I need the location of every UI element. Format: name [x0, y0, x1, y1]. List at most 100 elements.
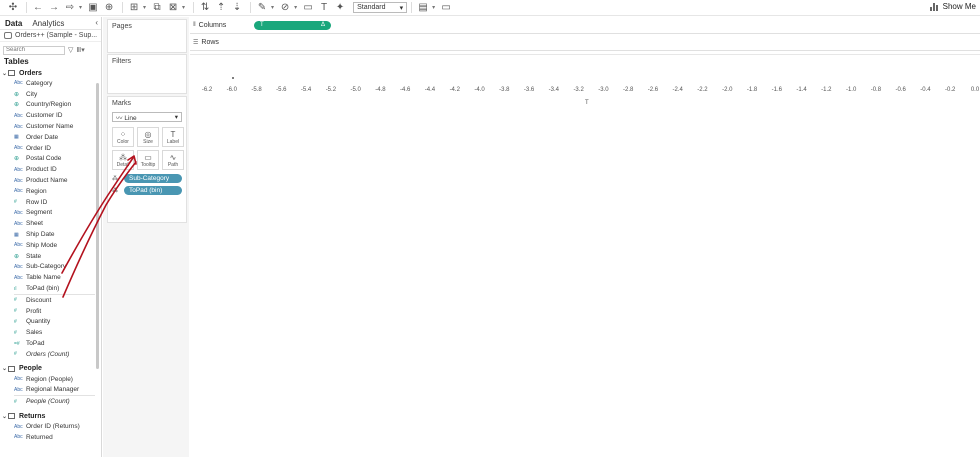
field-item[interactable]: # Row ID	[0, 197, 101, 208]
field-item[interactable]: # Quantity	[0, 317, 101, 328]
mark-type-select[interactable]: 〰 Line ▾	[112, 112, 182, 122]
field-list: ⌄ Orders Abc Category ⊕ City ⊕ Country/Region Ab…	[0, 68, 101, 447]
field-item[interactable]: ⊕ City	[0, 89, 101, 100]
field-item[interactable]: Abc Sub-Category	[0, 262, 101, 273]
field-item[interactable]: ıl ToPad (bin)	[0, 283, 101, 294]
label-icon[interactable]: ▭	[301, 2, 315, 14]
field-item[interactable]: # Orders (Count)	[0, 349, 101, 360]
tableau-logo-icon[interactable]: ✣	[6, 2, 20, 14]
collapse-pane-icon[interactable]: ‹	[95, 18, 98, 27]
axis-tick-label: 0.0	[970, 87, 980, 93]
field-item[interactable]: =# ToPad	[0, 338, 101, 349]
field-item[interactable]: Abc Returned	[0, 432, 101, 443]
pages-card[interactable]: Pages	[107, 19, 187, 53]
table-title[interactable]: ⌄ Returns	[0, 411, 101, 421]
field-item[interactable]: Abc Order ID (Returns)	[0, 421, 101, 432]
datasource-item[interactable]: Orders++ (Sample - Sup...	[0, 30, 101, 42]
field-item[interactable]: Abc Regional Manager	[0, 385, 101, 396]
undo-icon[interactable]: ←	[31, 2, 45, 14]
field-item[interactable]: ⊕ Postal Code	[0, 154, 101, 165]
duplicate-icon[interactable]: ⧉	[150, 2, 164, 14]
table-name: Orders	[19, 69, 42, 77]
field-item[interactable]: Abc Product Name	[0, 175, 101, 186]
sort-desc-icon[interactable]: ⇣	[230, 2, 244, 14]
filter-icon[interactable]: ▽	[68, 46, 73, 54]
search-row: ▽ Ⅲ▾	[0, 44, 101, 56]
scrollbar[interactable]	[96, 83, 99, 369]
field-item[interactable]: Abc Order ID	[0, 143, 101, 154]
size-button[interactable]: ◎ Size	[137, 127, 159, 147]
axis-tick-label: -2.0	[722, 87, 733, 93]
path-button[interactable]: ∿ Path	[162, 150, 184, 170]
field-item[interactable]: # Profit	[0, 306, 101, 317]
new-sheet-dropdown-icon[interactable]: ▾	[143, 4, 146, 11]
pin-icon[interactable]: ✦	[333, 2, 347, 14]
presentation-dropdown-icon[interactable]: ▾	[432, 4, 435, 11]
axis-tick-label: -3.6	[523, 87, 535, 93]
tab-data[interactable]: Data	[0, 19, 27, 28]
field-item[interactable]: ▦ Ship Date	[0, 229, 101, 240]
field-name: Order ID	[26, 144, 51, 152]
rows-shelf[interactable]: ☰ Rows	[190, 34, 980, 51]
search-input[interactable]	[3, 45, 65, 55]
highlight-dropdown-icon[interactable]: ▾	[271, 4, 274, 11]
clear-dropdown-icon[interactable]: ▾	[182, 4, 185, 11]
text-icon[interactable]: T	[317, 2, 331, 14]
table-title[interactable]: ⌄ People	[0, 364, 101, 374]
color-button[interactable]: ⁘ Color	[112, 127, 134, 147]
device-preview-icon[interactable]: ▭	[439, 2, 453, 14]
field-item[interactable]: Abc Sheet	[0, 218, 101, 229]
field-item[interactable]: Abc Customer ID	[0, 110, 101, 121]
field-item[interactable]: Abc Segment	[0, 208, 101, 219]
presentation-icon[interactable]: ▤	[416, 2, 430, 14]
save-icon[interactable]: ▣	[86, 2, 100, 14]
viz-canvas[interactable]: T -6.2 -6.0 -5.8 -5.6 -5.4 -5.2 -5.0 -4.8 -4.6 -4…	[190, 54, 980, 457]
axis-tick-label: -5.4	[300, 87, 312, 93]
tooltip-button[interactable]: ▭ Tooltip	[137, 150, 159, 170]
new-sheet-icon[interactable]: ⊞	[127, 2, 141, 14]
columns-pill-t[interactable]: T Δ	[254, 20, 331, 30]
fit-select[interactable]: Standard ▾	[353, 2, 408, 13]
detail-button[interactable]: ⁂ Detail	[112, 150, 134, 170]
field-item[interactable]: Abc Region (People)	[0, 374, 101, 385]
field-item[interactable]: ⊕ Country/Region	[0, 100, 101, 111]
field-item[interactable]: # People (Count)	[0, 396, 101, 407]
group-dropdown-icon[interactable]: ▾	[294, 4, 297, 11]
redo-icon[interactable]: →	[47, 2, 61, 14]
clear-icon[interactable]: ⊠	[166, 2, 180, 14]
label-button[interactable]: T Label	[162, 127, 184, 147]
field-item[interactable]: Abc Product ID	[0, 164, 101, 175]
tab-analytics[interactable]: Analytics	[27, 19, 69, 28]
highlight-icon[interactable]: ✎	[255, 2, 269, 14]
toolbar: ✣ ← → ⇨ ▾ ▣ ⊕ ⊞ ▾ ⧉ ⊠ ▾ ⇅ ⇡ ⇣ ✎ ▾ ⊘ ▾ ▭ …	[0, 0, 980, 16]
toolbar-separator	[26, 2, 27, 13]
field-item[interactable]: Abc Category	[0, 78, 101, 89]
field-item[interactable]: ▦ Order Date	[0, 132, 101, 143]
swap-icon[interactable]: ⇅	[198, 2, 212, 14]
mark-button-label: Label	[166, 138, 180, 145]
table-title[interactable]: ⌄ Orders	[0, 68, 101, 78]
axis-tick-label: -1.2	[821, 87, 832, 93]
field-item[interactable]: Abc Table Name	[0, 272, 101, 283]
filters-card[interactable]: Filters	[107, 54, 187, 94]
field-item[interactable]: Abc Ship Mode	[0, 240, 101, 251]
columns-shelf[interactable]: ⦀ Columns T Δ	[190, 17, 980, 34]
new-datasource-icon[interactable]: ⊕	[102, 2, 116, 14]
marks-pill[interactable]: ToPad (bin)	[124, 186, 182, 195]
mark-type-label: Line	[124, 115, 137, 122]
field-item[interactable]: # Discount	[0, 295, 101, 306]
field-item[interactable]: Abc Customer Name	[0, 121, 101, 132]
field-item[interactable]: ⊕ State	[0, 251, 101, 262]
data-mark[interactable]	[232, 77, 234, 79]
show-me-button[interactable]: Show Me	[929, 2, 976, 11]
axis-tick-label: -2.8	[622, 87, 634, 93]
field-item[interactable]: # Sales	[0, 327, 101, 338]
view-area: ⦀ Columns T Δ ☰ Rows T -6.2 -6.0 -5.8 -5.6 -…	[190, 17, 980, 457]
marks-pill[interactable]: Sub-Category	[124, 174, 182, 183]
replay-dropdown-icon[interactable]: ▾	[79, 4, 82, 11]
sort-asc-icon[interactable]: ⇡	[214, 2, 228, 14]
view-options-icon[interactable]: Ⅲ▾	[76, 46, 84, 54]
replay-icon[interactable]: ⇨	[63, 2, 77, 14]
group-icon[interactable]: ⊘	[278, 2, 292, 14]
field-item[interactable]: Abc Region	[0, 186, 101, 197]
